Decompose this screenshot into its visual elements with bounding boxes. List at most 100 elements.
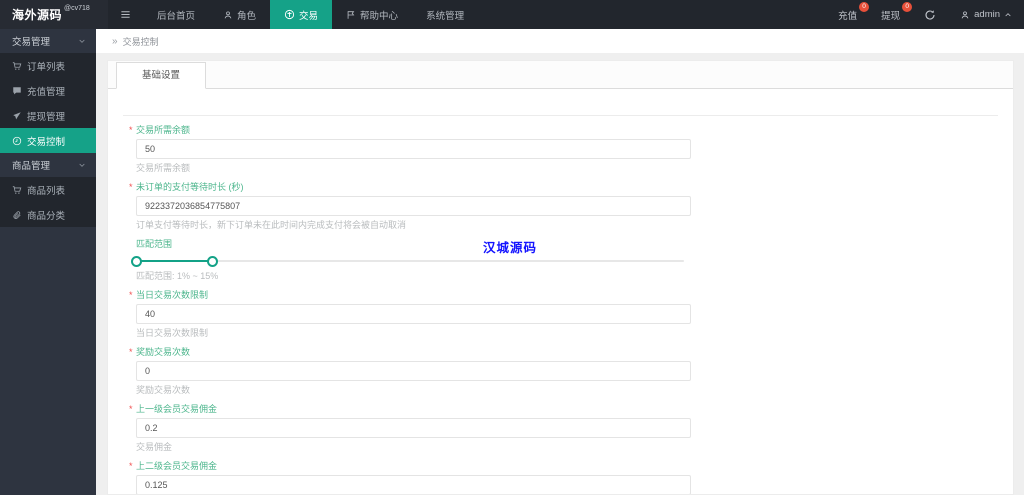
user-icon [960,10,970,20]
top-nav: 后台首页 角色 交易 帮助中心 系统管理 [143,0,478,29]
comment-icon [12,86,22,96]
user-menu[interactable]: admin [948,0,1024,29]
recharge-notice-button[interactable]: 充值 0 [826,0,870,29]
nav-item-role[interactable]: 角色 [209,0,270,29]
nav-system-label: 系统管理 [426,10,465,22]
field-pay-wait-time: * 未订单的支付等待时长 (秒) 订单支付等待时长，新下订单未在此时间内完成支付… [123,181,998,231]
nav-item-system[interactable]: 系统管理 [412,0,478,29]
tab-bar: 基础设置 [108,61,1013,89]
field-daily-trade-limit: * 当日交易次数限制 当日交易次数限制 [123,289,998,339]
sidebar-item-control[interactable]: 交易控制 [0,128,96,153]
sidebar-group-trade-label: 交易管理 [12,37,51,48]
sidebar-group-trade[interactable]: 交易管理 [0,29,96,53]
sidebar-item-goods-list[interactable]: 商品列表 [0,177,96,202]
sidebar-toggle-button[interactable] [108,0,143,29]
sidebar-item-control-label: 交易控制 [27,136,66,148]
field-match-range: 匹配范围 汉城源码 匹配范围: 1% ~ 15% [123,238,998,282]
nav-role-label: 角色 [237,10,257,22]
logo-subtitle: @cv718 [64,5,90,12]
chevron-down-icon [78,37,86,45]
sidebar-item-withdraw-label: 提现管理 [27,111,66,123]
sidebar-item-goods-list-label: 商品列表 [27,185,66,197]
field-label: 未订单的支付等待时长 (秒) [136,182,244,192]
cart-icon [12,61,22,71]
reward-trade-count-input[interactable] [136,361,691,381]
settings-form: * 交易所需余额 交易所需余额 * 未订单的支付等待时长 (秒) 订单支付等待时… [123,116,998,494]
withdraw-notice-label: 提现 [881,10,901,22]
field-label: 交易所需余额 [136,125,191,135]
topbar-right: 充值 0 提现 0 admin [826,0,1024,29]
sidebar-item-recharge[interactable]: 充值管理 [0,78,96,103]
field-level1-commission: * 上一级会员交易佣金 交易佣金 [123,403,998,453]
sidebar-item-withdraw[interactable]: 提现管理 [0,103,96,128]
sidebar-item-orders[interactable]: 订单列表 [0,53,96,78]
sidebar-item-goods-category[interactable]: 商品分类 [0,202,96,227]
daily-trade-limit-input[interactable] [136,304,691,324]
required-marker: * [129,182,133,192]
sidebar-group-goods-label: 商品管理 [12,161,51,172]
level1-commission-input[interactable] [136,418,691,438]
refresh-icon [924,9,936,21]
tab-basic-settings[interactable]: 基础设置 [116,62,207,89]
breadcrumb-title: 交易控制 [122,36,159,47]
field-level2-commission: * 上二级会员交易佣金 交易佣金 [123,460,998,494]
required-marker: * [129,347,133,357]
recharge-badge: 0 [859,2,870,12]
level2-commission-input[interactable] [136,475,691,494]
breadcrumb: » 交易控制 [96,29,1024,53]
required-marker: * [129,404,133,414]
watermark-text: 汉城源码 [483,241,538,255]
field-required-balance: * 交易所需余额 交易所需余额 [123,124,998,174]
user-icon [223,10,233,20]
field-label: 上一级会员交易佣金 [136,404,218,414]
slider-handle-max[interactable] [206,256,218,267]
field-hint: 当日交易次数限制 [136,328,209,338]
field-label: 当日交易次数限制 [136,290,209,300]
sidebar-group-goods[interactable]: 商品管理 [0,153,96,177]
field-hint: 交易佣金 [136,442,173,452]
paperclip-icon [12,210,22,220]
required-balance-input[interactable] [136,139,691,159]
sidebar-item-recharge-label: 充值管理 [27,86,66,98]
refresh-button[interactable] [912,0,948,29]
sidebar-submenu-goods: 商品列表 商品分类 [0,177,96,227]
nav-item-help[interactable]: 帮助中心 [332,0,412,29]
required-marker: * [129,461,133,471]
slider-fill [136,260,213,262]
app-body: 交易管理 订单列表 充值管理 提现管理 交易控制 商品管理 商品列表 商品分类 … [0,29,1024,495]
settings-card: 基础设置 * 交易所需余额 交易所需余额 * 未订单的支付等待时长 (秒 [107,60,1014,495]
withdraw-badge: 0 [902,2,913,12]
logo-title: 海外源码 [12,8,63,22]
withdraw-notice-button[interactable]: 提现 0 [869,0,913,29]
withdraw-icon [12,111,22,121]
cart-icon [12,185,22,195]
sidebar-item-orders-label: 订单列表 [27,61,66,73]
nav-help-label: 帮助中心 [360,10,399,22]
slider-handle-min[interactable] [131,256,142,267]
flag-icon [346,10,356,20]
field-label: 奖励交易次数 [136,347,191,357]
match-range-slider[interactable] [131,256,684,267]
pay-wait-time-input[interactable] [136,196,691,216]
field-hint: 订单支付等待时长，新下订单未在此时间内完成支付将会被自动取消 [136,220,407,230]
field-hint: 交易所需余额 [136,163,191,173]
field-hint: 匹配范围: 1% ~ 15% [136,271,219,281]
field-label: 上二级会员交易佣金 [136,461,218,471]
user-name: admin [974,9,1000,20]
breadcrumb-prefix: » [112,35,118,47]
nav-item-home[interactable]: 后台首页 [143,0,209,29]
chevron-up-icon [1004,11,1012,19]
nav-home-label: 后台首页 [157,10,196,22]
trade-icon [284,9,295,20]
nav-item-trade[interactable]: 交易 [270,0,333,29]
chevron-down-icon [78,161,86,169]
sidebar-submenu-trade: 订单列表 充值管理 提现管理 交易控制 [0,53,96,153]
tab-content: * 交易所需余额 交易所需余额 * 未订单的支付等待时长 (秒) 订单支付等待时… [108,115,1013,494]
sidebar-item-goods-category-label: 商品分类 [27,210,66,222]
nav-trade-label: 交易 [299,10,319,22]
app-logo[interactable]: 海外源码 @cv718 [0,0,108,29]
sidebar-filler [0,227,96,495]
control-clock-icon [12,136,22,146]
recharge-notice-label: 充值 [838,10,858,22]
hamburger-icon [120,9,131,20]
